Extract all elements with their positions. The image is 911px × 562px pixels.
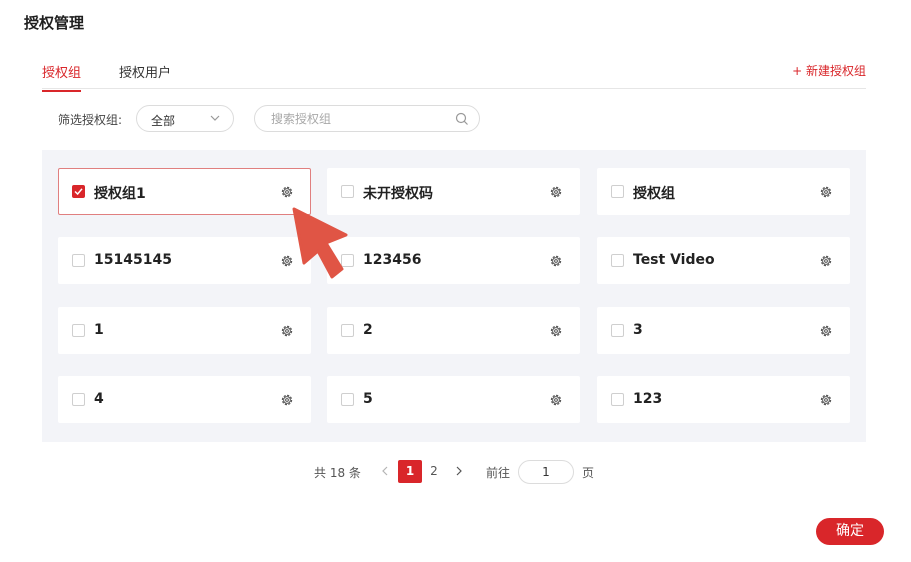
group-name: 授权组1 [94, 186, 146, 202]
group-checkbox[interactable] [341, 393, 354, 406]
group-card[interactable]: Test Video [597, 237, 850, 284]
tab-bar: 授权组 授权用户 + 新建授权组 [42, 58, 866, 92]
group-card[interactable]: 授权组 [597, 168, 850, 215]
group-checkbox[interactable] [611, 393, 624, 406]
pagination: 共 18 条 1 2 前往 1 页 [314, 460, 614, 484]
group-card[interactable]: 3 [597, 307, 850, 354]
group-card[interactable]: 4 [58, 376, 311, 423]
group-card[interactable]: 5 [327, 376, 580, 423]
group-name: 2 [363, 322, 373, 338]
group-checkbox[interactable] [341, 324, 354, 337]
new-group-button[interactable]: + 新建授权组 [792, 62, 866, 79]
group-card[interactable]: 123456 [327, 237, 580, 284]
next-page-icon[interactable] [454, 464, 464, 478]
gear-icon[interactable] [819, 185, 833, 199]
group-name: 123456 [363, 252, 422, 268]
gear-icon[interactable] [819, 254, 833, 268]
confirm-button[interactable]: 确定 [816, 518, 884, 545]
group-name: 4 [94, 391, 104, 407]
tab-auth-groups[interactable]: 授权组 [42, 62, 82, 92]
filter-label: 筛选授权组: [58, 113, 123, 127]
group-card[interactable]: 授权组1 [58, 168, 311, 215]
group-grid: 授权组1 未开授权码 授权组 15145145 123456 Test Video 1 2 3 4… [42, 150, 866, 442]
group-name: 1 [94, 322, 104, 338]
chevron-down-icon [210, 115, 220, 121]
page-title: 授权管理 [24, 14, 85, 32]
gear-icon[interactable] [280, 254, 294, 268]
goto-label: 前往 [486, 466, 511, 480]
gear-icon[interactable] [280, 393, 294, 407]
tab-auth-users[interactable]: 授权用户 [119, 62, 171, 81]
page-button-2[interactable]: 2 [422, 460, 446, 483]
gear-icon[interactable] [280, 185, 294, 199]
group-card[interactable]: 2 [327, 307, 580, 354]
group-checkbox[interactable] [611, 185, 624, 198]
group-card[interactable]: 15145145 [58, 237, 311, 284]
group-card[interactable]: 1 [58, 307, 311, 354]
group-name: 123 [633, 391, 663, 407]
filter-select-value: 全部 [151, 114, 176, 128]
group-checkbox[interactable] [72, 185, 85, 198]
check-icon [74, 188, 83, 196]
gear-icon[interactable] [549, 254, 563, 268]
gear-icon[interactable] [819, 324, 833, 338]
total-count: 共 18 条 [314, 466, 361, 480]
group-checkbox[interactable] [72, 393, 85, 406]
goto-suffix: 页 [582, 466, 595, 480]
gear-icon[interactable] [819, 393, 833, 407]
group-checkbox[interactable] [611, 254, 624, 267]
group-name: 15145145 [94, 252, 172, 268]
group-card[interactable]: 未开授权码 [327, 168, 580, 215]
prev-page-icon[interactable] [380, 464, 390, 478]
page-button-1[interactable]: 1 [398, 460, 422, 483]
group-checkbox[interactable] [72, 254, 85, 267]
group-checkbox[interactable] [611, 324, 624, 337]
group-name: 3 [633, 322, 643, 338]
group-checkbox[interactable] [72, 324, 85, 337]
gear-icon[interactable] [549, 393, 563, 407]
group-name: 未开授权码 [363, 186, 433, 202]
search-icon[interactable] [455, 112, 469, 126]
group-card[interactable]: 123 [597, 376, 850, 423]
group-checkbox[interactable] [341, 254, 354, 267]
group-filter-select[interactable]: 全部 [136, 105, 234, 132]
group-checkbox[interactable] [341, 185, 354, 198]
gear-icon[interactable] [549, 324, 563, 338]
search-input[interactable] [271, 112, 441, 126]
gear-icon[interactable] [280, 324, 294, 338]
group-name: 5 [363, 391, 373, 407]
filter-row: 筛选授权组: 全部 [58, 105, 488, 133]
search-box[interactable] [254, 105, 480, 132]
group-name: 授权组 [633, 186, 675, 202]
gear-icon[interactable] [549, 185, 563, 199]
goto-page-input[interactable]: 1 [518, 460, 574, 484]
group-name: Test Video [633, 252, 715, 268]
